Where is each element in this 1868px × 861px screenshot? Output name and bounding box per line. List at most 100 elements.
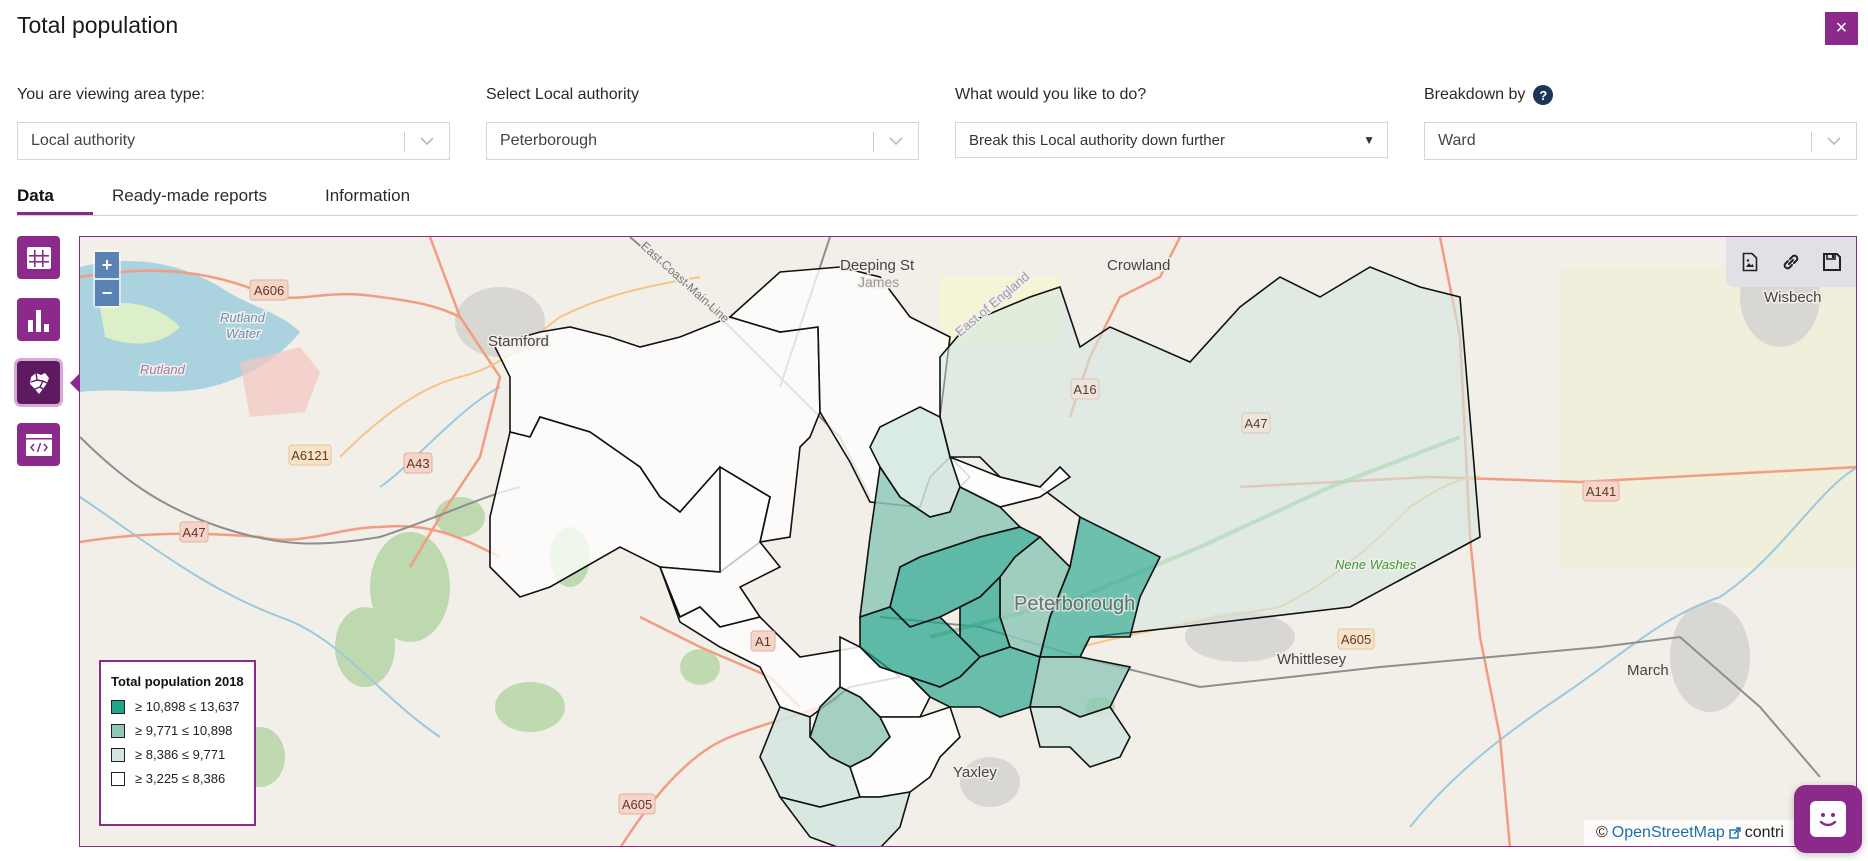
road-shield-a47-west: A47 — [179, 521, 209, 543]
save-button[interactable] — [1819, 249, 1845, 275]
export-image-button[interactable] — [1737, 249, 1763, 275]
road-label: A6121 — [291, 448, 329, 463]
road-shield-a141: A141 — [1582, 480, 1620, 502]
help-icon[interactable]: ? — [1533, 85, 1554, 105]
tab-data[interactable]: Data — [17, 186, 54, 206]
zoom-in-button[interactable]: + — [95, 252, 119, 278]
road-label: A605 — [622, 797, 652, 812]
code-embed-icon — [25, 433, 52, 456]
area-type-value: Local authority — [31, 132, 136, 149]
road-shield-a43: A43 — [403, 452, 433, 474]
image-file-icon — [1743, 252, 1758, 272]
legend-item: ≥ 3,225 ≤ 8,386 — [111, 771, 244, 786]
chevron-down-icon — [417, 131, 437, 151]
link-icon — [1783, 254, 1799, 270]
tab-ready-made-reports[interactable]: Ready-made reports — [112, 186, 267, 206]
select-separator — [873, 132, 874, 152]
place-label-wisbech: Wisbech — [1764, 289, 1822, 306]
place-label-whittlesey: Whittlesey — [1277, 651, 1347, 668]
road-shield-a1: A1 — [750, 630, 776, 652]
legend-item: ≥ 10,898 ≤ 13,637 — [111, 699, 244, 714]
tab-bar: Data Ready-made reports Information — [17, 180, 1857, 216]
dropdown-triangle-icon: ▼ — [1363, 133, 1375, 147]
active-view-pointer — [70, 374, 79, 392]
local-authority-select[interactable]: Peterborough — [486, 122, 919, 160]
bar-chart-icon — [27, 309, 49, 332]
legend-label: ≥ 9,771 ≤ 10,898 — [135, 723, 233, 738]
area-type-field: You are viewing area type: Local authori… — [17, 84, 450, 160]
select-separator — [404, 132, 405, 152]
road-label: A1 — [755, 634, 771, 649]
chat-assistant-button[interactable] — [1794, 785, 1862, 853]
map-legend: Total population 2018 ≥ 10,898 ≤ 13,637 … — [99, 660, 256, 826]
breakdown-field: Breakdown by ? Ward — [1424, 84, 1857, 160]
area-type-select[interactable]: Local authority — [17, 122, 450, 160]
floppy-disk-icon — [1822, 253, 1841, 271]
road-label: A47 — [182, 525, 205, 540]
legend-swatch — [111, 699, 125, 714]
action-select[interactable]: Break this Local authority down further … — [955, 122, 1388, 158]
openstreetmap-link[interactable]: OpenStreetMap — [1612, 824, 1725, 842]
road-shield-a605-west: A605 — [618, 793, 656, 815]
map-canvas: A606 A6121 A43 A47 A16 A47 A141 A1 A605 … — [80, 237, 1856, 846]
chevron-down-icon — [1824, 131, 1844, 151]
place-label-rutland: Rutland — [140, 362, 186, 377]
legend-item: ≥ 8,386 ≤ 9,771 — [111, 747, 244, 762]
place-label-james: James — [858, 274, 899, 290]
map-regions-icon — [29, 372, 49, 394]
smiley-face-icon — [1810, 801, 1846, 837]
close-icon: × — [1835, 17, 1848, 39]
zoom-control: + − — [93, 250, 121, 308]
place-label-deeping: Deeping St — [840, 257, 915, 274]
local-authority-label: Select Local authority — [486, 86, 639, 103]
area-type-label: You are viewing area type: — [17, 86, 205, 103]
copyright-symbol: © — [1596, 824, 1608, 841]
legend-label: ≥ 3,225 ≤ 8,386 — [135, 771, 226, 786]
road-label: A141 — [1586, 484, 1616, 499]
road-shield-a6121: A6121 — [288, 444, 332, 466]
place-label-crowland: Crowland — [1107, 257, 1170, 274]
action-field: What would you like to do? Break this Lo… — [955, 84, 1388, 158]
legend-item: ≥ 9,771 ≤ 10,898 — [111, 723, 244, 738]
breakdown-label-row: Breakdown by ? — [1424, 84, 1857, 106]
table-view-button[interactable] — [17, 236, 60, 279]
action-value: Break this Local authority down further — [969, 131, 1225, 149]
road-shield-a606: A606 — [249, 279, 289, 301]
table-icon — [26, 246, 51, 269]
road-shield-a605-east: A605 — [1337, 628, 1375, 650]
select-separator — [1811, 132, 1812, 152]
place-label-yaxley: Yaxley — [953, 764, 997, 781]
place-label-nene-washes: Nene Washes — [1335, 557, 1417, 572]
tab-information[interactable]: Information — [325, 186, 410, 206]
active-tab-indicator — [17, 212, 93, 215]
road-shield-a16: A16 — [1070, 378, 1100, 400]
map-toolbar — [1726, 237, 1856, 287]
road-label: A43 — [406, 456, 429, 471]
external-link-icon — [1729, 827, 1741, 839]
legend-label: ≥ 8,386 ≤ 9,771 — [135, 747, 226, 762]
local-authority-field: Select Local authority Peterborough — [486, 84, 919, 160]
map-view-button[interactable] — [17, 361, 60, 404]
chart-view-button[interactable] — [17, 298, 60, 341]
place-label-rutland-water: Rutland — [220, 310, 266, 325]
place-label-rutland-water-2: Water — [226, 326, 261, 341]
share-link-button[interactable] — [1778, 249, 1804, 275]
zoom-out-button[interactable]: − — [95, 280, 119, 306]
breakdown-select[interactable]: Ward — [1424, 122, 1857, 160]
road-label: A606 — [254, 283, 284, 298]
local-authority-value: Peterborough — [500, 132, 597, 149]
embed-view-button[interactable] — [17, 423, 60, 466]
breakdown-label: Breakdown by — [1424, 86, 1526, 103]
place-label-peterborough: Peterborough — [1014, 593, 1135, 615]
breakdown-value: Ward — [1438, 132, 1476, 149]
place-label-stamford: Stamford — [488, 333, 549, 350]
chevron-down-icon — [886, 131, 906, 151]
legend-title: Total population 2018 — [111, 674, 244, 689]
legend-label: ≥ 10,898 ≤ 13,637 — [135, 699, 240, 714]
legend-swatch — [111, 723, 125, 738]
close-button[interactable]: × — [1825, 12, 1858, 45]
choropleth-map[interactable]: A606 A6121 A43 A47 A16 A47 A141 A1 A605 … — [79, 236, 1857, 847]
legend-swatch — [111, 771, 125, 786]
road-label: A47 — [1244, 416, 1267, 431]
action-label: What would you like to do? — [955, 86, 1147, 103]
